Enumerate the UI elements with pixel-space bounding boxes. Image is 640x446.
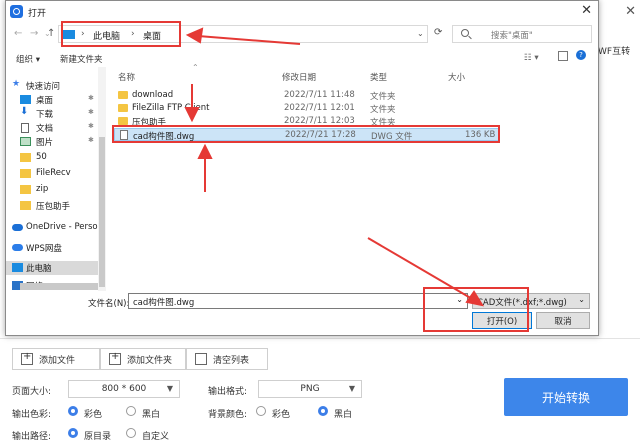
arrow-head xyxy=(184,107,200,123)
annotation-arrows xyxy=(184,27,485,307)
arrow-head xyxy=(465,290,485,307)
arrow-to-open-button xyxy=(367,237,475,301)
arrow-head xyxy=(185,27,204,44)
arrow-head xyxy=(197,143,213,159)
arrow-to-address xyxy=(197,35,301,45)
